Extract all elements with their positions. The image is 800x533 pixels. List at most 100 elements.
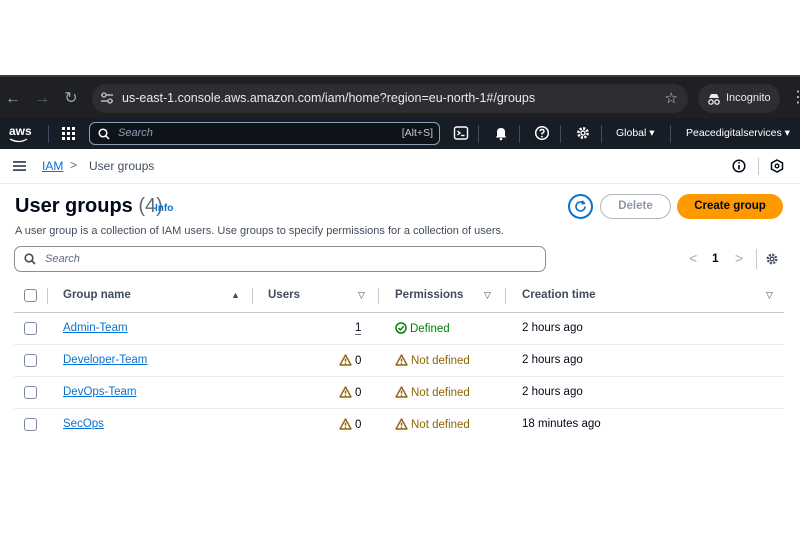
back-arrow-icon[interactable]: ← [3, 89, 23, 109]
breadcrumb-bar: IAM > User groups [0, 149, 800, 184]
select-all-checkbox[interactable] [24, 289, 37, 302]
permissions-text: Not defined [411, 355, 470, 367]
breadcrumb-chevron: > [70, 158, 78, 172]
row-checkbox[interactable] [24, 386, 37, 399]
forward-arrow-icon[interactable]: → [32, 89, 52, 109]
column-divider [378, 288, 379, 304]
creation-time: 2 hours ago [522, 322, 583, 334]
refresh-icon [575, 200, 586, 212]
aws-logo[interactable]: aws [9, 124, 32, 138]
notifications-bell-icon[interactable] [493, 125, 509, 141]
create-group-button[interactable]: Create group [677, 194, 783, 219]
row-checkbox[interactable] [24, 322, 37, 335]
screenshot-frame: ← → ↻ us-east-1.console.aws.amazon.com/i… [0, 75, 800, 458]
site-settings-icon[interactable] [100, 91, 114, 105]
users-count-value: 0 [355, 387, 362, 399]
sort-ascending-icon[interactable]: ▲ [231, 290, 240, 300]
pager-divider [756, 249, 757, 269]
services-grid-icon[interactable] [62, 127, 75, 140]
region-selector[interactable]: Global ▾ [616, 127, 655, 139]
previous-page-button[interactable]: < [689, 250, 697, 266]
account-menu[interactable]: Peacedigitalservices ▾ [686, 127, 790, 139]
global-search-input[interactable]: Search [Alt+S] [89, 122, 440, 145]
filter-search-input[interactable]: Search [14, 246, 546, 272]
table-row[interactable]: Admin-Team 1 Defined 2 hours ago [14, 313, 784, 345]
refresh-button[interactable] [568, 194, 593, 219]
users-count: 0 [339, 354, 361, 367]
search-shortcut-hint: [Alt+S] [401, 127, 433, 139]
users-count: 0 [339, 418, 361, 431]
page-title-text: User groups [15, 195, 133, 217]
users-count[interactable]: 1 [355, 322, 362, 335]
column-divider [505, 288, 506, 304]
group-name-link[interactable]: Developer-Team [63, 354, 147, 366]
search-icon [98, 128, 110, 140]
users-count-value[interactable]: 1 [355, 322, 362, 335]
filter-placeholder: Search [45, 253, 80, 265]
header-creation-time[interactable]: Creation time [522, 289, 596, 301]
permissions-text: Not defined [411, 387, 470, 399]
column-divider [252, 288, 253, 304]
feedback-hexagon-icon[interactable] [770, 159, 784, 173]
info-link[interactable]: Info [155, 203, 173, 214]
reload-icon[interactable]: ↻ [61, 89, 81, 109]
settings-gear-icon[interactable] [575, 125, 591, 141]
nav-divider [670, 125, 671, 143]
permissions-text: Defined [410, 323, 450, 335]
creation-time: 2 hours ago [522, 354, 583, 366]
main-content: User groups (4) Info A user group is a c… [0, 184, 800, 458]
side-nav-menu-icon[interactable] [13, 161, 26, 171]
help-icon[interactable] [534, 125, 550, 141]
group-name-link[interactable]: SecOps [63, 418, 104, 430]
incognito-label: Incognito [726, 92, 771, 104]
header-users[interactable]: Users [268, 289, 300, 301]
warning-triangle-icon [395, 386, 408, 398]
warning-triangle-icon [339, 354, 352, 366]
breadcrumb-iam-link[interactable]: IAM [42, 159, 63, 173]
browser-toolbar: ← → ↻ us-east-1.console.aws.amazon.com/i… [0, 75, 800, 118]
cloudshell-icon[interactable] [453, 125, 469, 141]
breadcrumb-current: User groups [89, 159, 155, 173]
creation-time: 2 hours ago [522, 386, 583, 398]
table-row[interactable]: DevOps-Team 0 Not defined 2 hours ago [14, 377, 784, 409]
page-title: User groups (4) [15, 195, 163, 218]
address-bar[interactable]: us-east-1.console.aws.amazon.com/iam/hom… [92, 84, 688, 113]
url-text[interactable]: us-east-1.console.aws.amazon.com/iam/hom… [122, 91, 535, 105]
sort-icon[interactable]: ▽ [484, 290, 491, 301]
header-permissions[interactable]: Permissions [395, 289, 463, 301]
nav-divider [48, 125, 49, 143]
aws-top-nav: aws Search [Alt+S] Global ▾ Peacedigital… [0, 118, 800, 149]
table-header-row: Group name ▲ Users ▽ Permissions ▽ Creat… [14, 281, 784, 313]
group-name-link[interactable]: Admin-Team [63, 322, 128, 334]
info-panel-icon[interactable] [732, 159, 746, 173]
search-icon [24, 253, 36, 265]
permissions-status: Not defined [395, 418, 470, 431]
incognito-badge[interactable]: Incognito [698, 84, 780, 113]
current-page-number[interactable]: 1 [712, 251, 719, 265]
warning-triangle-icon [395, 418, 408, 430]
warning-triangle-icon [339, 386, 352, 398]
check-circle-icon [395, 322, 407, 334]
warning-triangle-icon [395, 354, 408, 366]
sort-icon[interactable]: ▽ [358, 290, 365, 301]
bookmark-star-icon[interactable]: ☆ [665, 89, 678, 107]
column-divider [47, 288, 48, 304]
nav-divider [478, 125, 479, 143]
permissions-status: Defined [395, 322, 450, 335]
sort-icon[interactable]: ▽ [766, 290, 773, 301]
nav-divider [560, 125, 561, 143]
browser-menu-icon[interactable]: ⋮ [790, 87, 800, 107]
table-preferences-gear-icon[interactable] [765, 252, 779, 266]
row-checkbox[interactable] [24, 418, 37, 431]
creation-time: 18 minutes ago [522, 418, 601, 430]
row-checkbox[interactable] [24, 354, 37, 367]
nav-divider [519, 125, 520, 143]
delete-button[interactable]: Delete [600, 194, 671, 219]
global-search-placeholder: Search [118, 127, 153, 139]
table-row[interactable]: SecOps 0 Not defined 18 minutes ago [14, 409, 784, 441]
header-group-name[interactable]: Group name [63, 289, 131, 301]
group-name-link[interactable]: DevOps-Team [63, 386, 137, 398]
next-page-button[interactable]: > [735, 250, 743, 266]
table-row[interactable]: Developer-Team 0 Not defined 2 hours ago [14, 345, 784, 377]
aws-logo-smile-icon [9, 138, 28, 143]
